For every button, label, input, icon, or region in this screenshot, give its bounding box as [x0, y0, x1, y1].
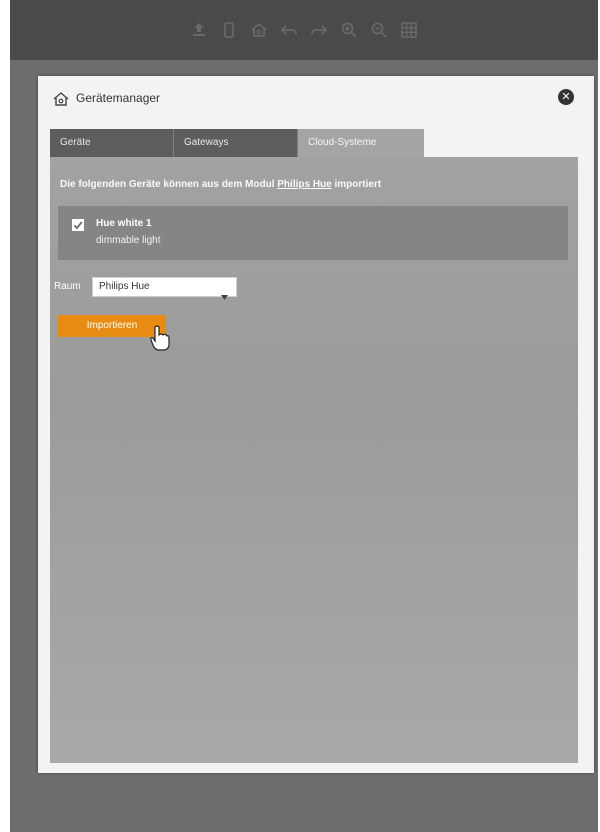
module-link[interactable]: Philips Hue	[277, 179, 331, 190]
tab-bar: Geräte Gateways Cloud-Systeme	[50, 129, 424, 157]
intro-suffix: importiert	[331, 179, 382, 190]
chevron-down-icon	[221, 285, 228, 300]
device-manager-dialog: Gerätemanager ✕ Geräte Gateways Cloud-Sy…	[38, 76, 594, 773]
tab-devices[interactable]: Geräte	[50, 129, 174, 157]
home-icon	[52, 90, 70, 108]
undo-icon[interactable]	[278, 19, 300, 41]
mobile-icon[interactable]	[218, 19, 240, 41]
dialog-header: Gerätemanager ✕	[38, 76, 594, 122]
hand-pointer-icon	[150, 325, 170, 351]
import-intro: Die folgenden Geräte können aus dem Modu…	[60, 179, 381, 190]
tab-cloud-systems[interactable]: Cloud-Systeme	[298, 129, 424, 157]
tab-gateways[interactable]: Gateways	[174, 129, 298, 157]
main-toolbar	[10, 0, 598, 60]
device-type: dimmable light	[96, 235, 161, 246]
room-select[interactable]: Philips Hue	[92, 277, 237, 300]
grid-icon[interactable]	[398, 19, 420, 41]
intro-prefix: Die folgenden Geräte können aus dem Modu…	[60, 179, 278, 190]
home-icon[interactable]	[248, 19, 270, 41]
dialog-title: Gerätemanager	[76, 91, 161, 105]
room-label: Raum	[54, 281, 81, 292]
redo-icon[interactable]	[308, 19, 330, 41]
close-icon[interactable]: ✕	[558, 89, 574, 105]
zoom-out-icon[interactable]	[368, 19, 390, 41]
upload-icon[interactable]	[188, 19, 210, 41]
cloud-systems-panel: Die folgenden Geräte können aus dem Modu…	[50, 157, 578, 763]
zoom-in-icon[interactable]	[338, 19, 360, 41]
device-list-item: Hue white 1 dimmable light	[58, 206, 568, 260]
room-select-value: Philips Hue	[99, 281, 150, 292]
device-name: Hue white 1	[96, 218, 152, 229]
device-checkbox[interactable]	[72, 219, 84, 231]
